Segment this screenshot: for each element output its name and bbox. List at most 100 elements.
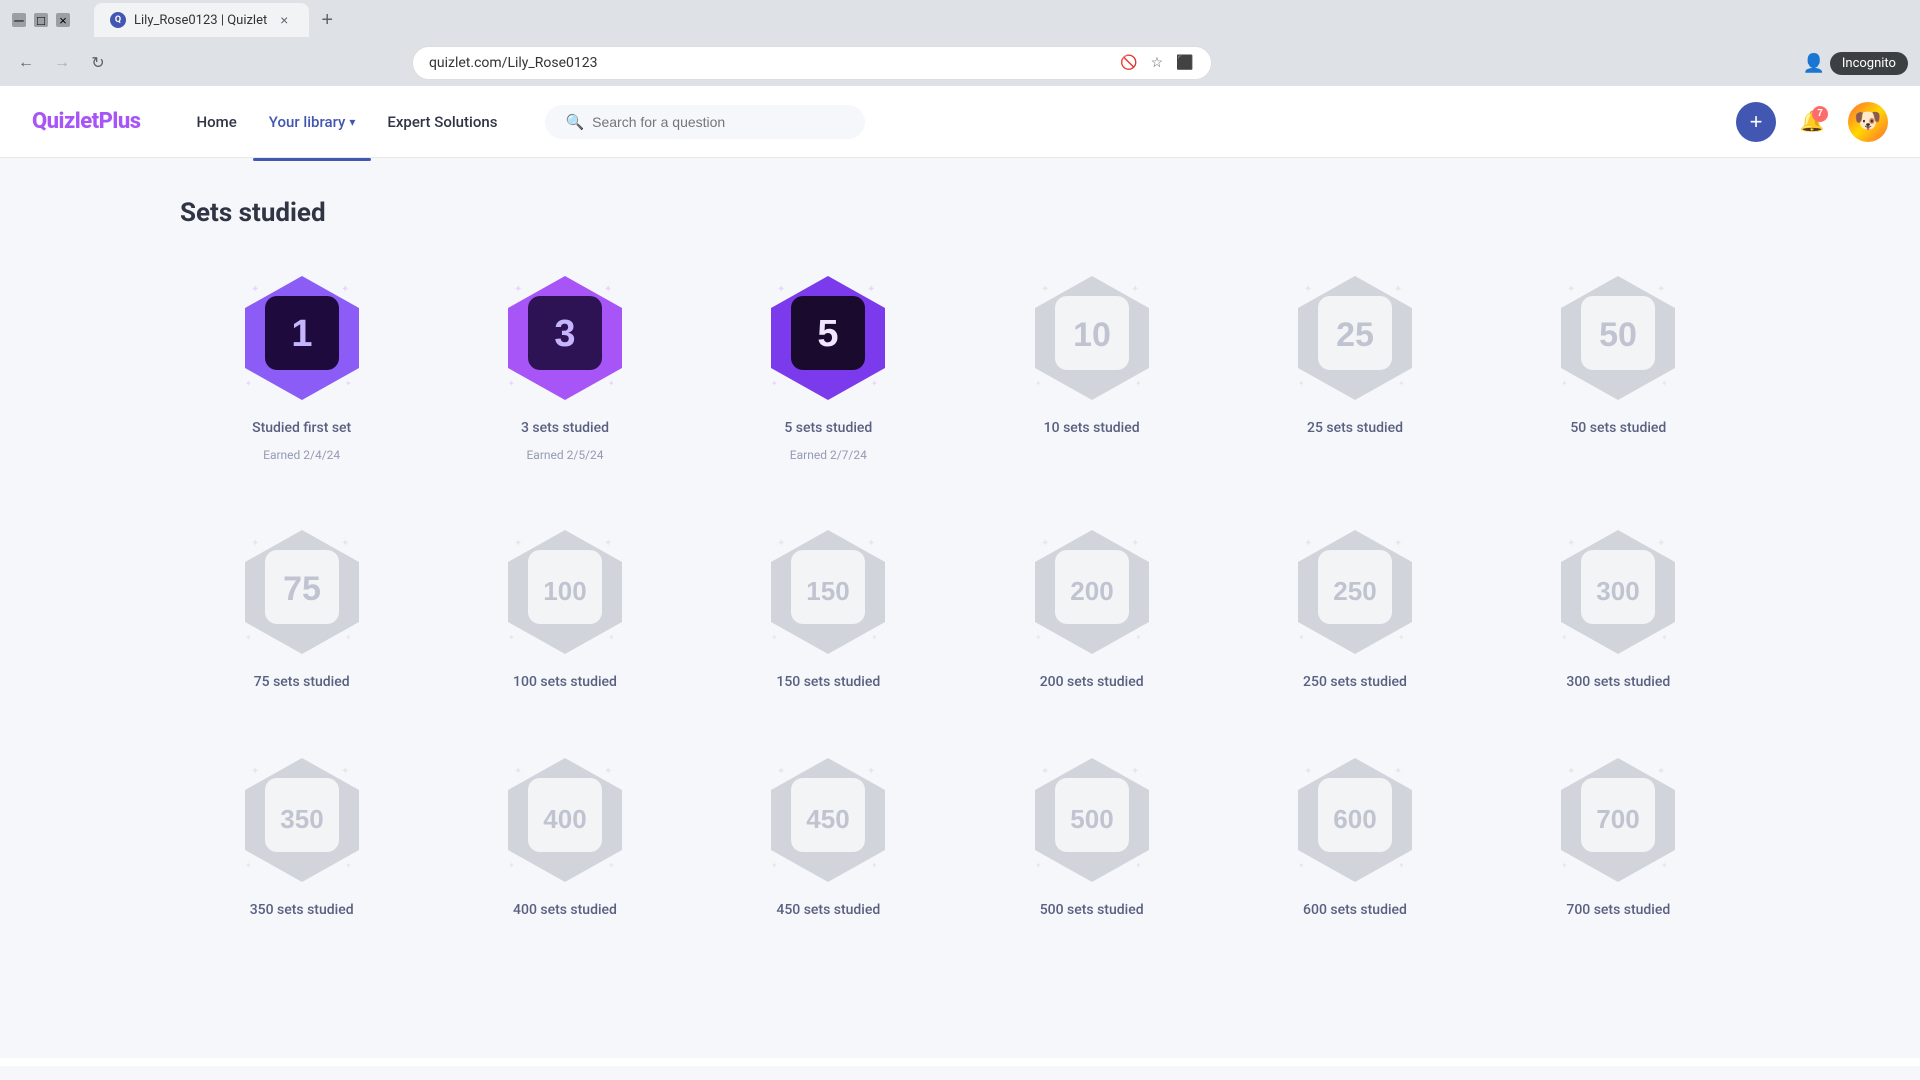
svg-text:✦: ✦ (1661, 861, 1668, 870)
logo-plus: Plus (99, 109, 141, 134)
badge-earned-date: Earned 2/5/24 (526, 448, 603, 462)
badge-grid-row3: ✦ ✦ ✦ ✦ 350 350 sets studied ✦ ✦ ✦ ✦ 400… (180, 750, 1740, 918)
badge-earned-date: Earned 2/4/24 (263, 448, 340, 462)
badge-shape: ✦ ✦ ✦ ✦ 10 (1027, 268, 1157, 408)
svg-text:✦: ✦ (245, 379, 252, 388)
badge-item: ✦ ✦ ✦ ✦ 10 10 sets studied (970, 268, 1213, 462)
badge-item: ✦ ✦ ✦ ✦ 350 350 sets studied (180, 750, 423, 918)
close-window-button[interactable]: × (56, 13, 70, 27)
svg-text:✦: ✦ (345, 861, 352, 870)
badge-label: 350 sets studied (250, 902, 354, 918)
active-tab[interactable]: Q Lily_Rose0123 | Quizlet × (94, 3, 309, 37)
search-icon: 🔍 (565, 113, 584, 131)
svg-text:250: 250 (1333, 576, 1376, 606)
badge-item: ✦ ✦ ✦ ✦ 100 100 sets studied (443, 522, 686, 690)
nav-expert-solutions[interactable]: Expert Solutions (371, 105, 513, 139)
svg-text:5: 5 (818, 313, 839, 355)
svg-text:✦: ✦ (1661, 633, 1668, 642)
svg-text:✦: ✦ (508, 633, 515, 642)
badge-label: 3 sets studied (521, 420, 609, 436)
badge-item: ✦ ✦ ✦ ✦ 200 200 sets studied (970, 522, 1213, 690)
notifications-button[interactable]: 🔔 7 (1792, 102, 1832, 142)
badge-label: 150 sets studied (776, 674, 880, 690)
svg-text:✦: ✦ (1394, 766, 1402, 777)
back-button[interactable]: ← (12, 49, 40, 77)
new-tab-button[interactable]: + (313, 6, 341, 34)
address-text: quizlet.com/Lily_Rose0123 (429, 55, 598, 71)
svg-text:✦: ✦ (1304, 766, 1312, 777)
badge-shape: ✦ ✦ ✦ ✦ 300 (1553, 522, 1683, 662)
app-header: QuizletPlus Home Your library ▾ Expert S… (0, 86, 1920, 158)
svg-text:✦: ✦ (777, 538, 785, 549)
svg-text:100: 100 (543, 576, 586, 606)
header-actions: + 🔔 7 🐶 (1736, 102, 1888, 142)
svg-text:400: 400 (543, 804, 586, 834)
extend-icon[interactable]: ⬛ (1175, 53, 1195, 73)
star-icon[interactable]: ☆ (1147, 53, 1167, 73)
address-bar[interactable]: quizlet.com/Lily_Rose0123 🚫 ☆ ⬛ (412, 46, 1212, 80)
badge-earned-date: Earned 2/7/24 (790, 448, 867, 462)
svg-text:✦: ✦ (1394, 284, 1402, 295)
badge-shape: ✦ ✦ ✦ ✦ 150 (763, 522, 893, 662)
svg-text:✦: ✦ (514, 284, 522, 295)
svg-text:✦: ✦ (777, 766, 785, 777)
badge-label: Studied first set (252, 420, 351, 436)
badge-grid-row1: ✦ ✦ ✦ ✦ 1 Studied first set Earned 2/4/24… (180, 268, 1740, 462)
svg-text:✦: ✦ (1304, 284, 1312, 295)
svg-text:✦: ✦ (245, 633, 252, 642)
avatar[interactable]: 🐶 (1848, 102, 1888, 142)
badge-label: 25 sets studied (1307, 420, 1403, 436)
badge-label: 600 sets studied (1303, 902, 1407, 918)
tab-title: Lily_Rose0123 | Quizlet (134, 13, 267, 28)
svg-text:✦: ✦ (867, 766, 875, 777)
svg-text:✦: ✦ (608, 861, 615, 870)
maximize-button[interactable]: □ (34, 13, 48, 27)
svg-text:✦: ✦ (514, 766, 522, 777)
badge-label: 75 sets studied (254, 674, 350, 690)
browser-actions: 👤 Incognito (1804, 52, 1908, 75)
search-bar[interactable]: 🔍 (545, 105, 865, 139)
svg-text:✦: ✦ (1298, 861, 1305, 870)
nav-home[interactable]: Home (181, 105, 253, 139)
forward-button[interactable]: → (48, 49, 76, 77)
svg-text:✦: ✦ (1398, 861, 1405, 870)
badge-label: 50 sets studied (1570, 420, 1666, 436)
svg-text:600: 600 (1333, 804, 1376, 834)
svg-text:✦: ✦ (1135, 633, 1142, 642)
tab-close-button[interactable]: × (275, 11, 293, 29)
main-content: Sets studied ✦ ✦ ✦ ✦ 1 Studied first set… (0, 158, 1920, 1058)
badge-item: ✦ ✦ ✦ ✦ 75 75 sets studied (180, 522, 423, 690)
svg-text:200: 200 (1070, 576, 1113, 606)
svg-text:✦: ✦ (608, 379, 615, 388)
badge-label: 500 sets studied (1040, 902, 1144, 918)
badge-item: ✦ ✦ ✦ ✦ 1 Studied first set Earned 2/4/24 (180, 268, 423, 462)
reload-button[interactable]: ↻ (84, 49, 112, 77)
svg-text:✦: ✦ (771, 861, 778, 870)
svg-text:300: 300 (1597, 576, 1640, 606)
eyeoff-icon: 🚫 (1119, 53, 1139, 73)
badge-shape: ✦ ✦ ✦ ✦ 1 (237, 268, 367, 408)
svg-text:✦: ✦ (1041, 766, 1049, 777)
browser-chrome: ─ □ × Q Lily_Rose0123 | Quizlet × + ← → … (0, 0, 1920, 86)
svg-text:10: 10 (1073, 316, 1111, 354)
svg-text:✦: ✦ (1398, 379, 1405, 388)
search-input[interactable] (592, 114, 845, 130)
add-button[interactable]: + (1736, 102, 1776, 142)
avatar-emoji: 🐶 (1854, 109, 1881, 134)
profile-icon[interactable]: 👤 (1804, 53, 1824, 73)
svg-text:✦: ✦ (871, 633, 878, 642)
badge-shape: ✦ ✦ ✦ ✦ 25 (1290, 268, 1420, 408)
svg-text:✦: ✦ (1657, 766, 1665, 777)
logo[interactable]: QuizletPlus (32, 109, 141, 134)
svg-text:✦: ✦ (771, 379, 778, 388)
main-nav: Home Your library ▾ Expert Solutions (181, 105, 514, 139)
minimize-button[interactable]: ─ (12, 13, 26, 27)
svg-text:✦: ✦ (1394, 538, 1402, 549)
svg-text:✦: ✦ (604, 538, 612, 549)
badge-item: ✦ ✦ ✦ ✦ 600 600 sets studied (1233, 750, 1476, 918)
window-controls: ─ □ × (12, 13, 70, 27)
svg-text:✦: ✦ (1135, 861, 1142, 870)
svg-text:✦: ✦ (341, 284, 349, 295)
badge-label: 100 sets studied (513, 674, 617, 690)
nav-your-library[interactable]: Your library ▾ (253, 105, 372, 139)
